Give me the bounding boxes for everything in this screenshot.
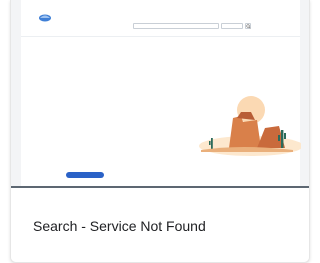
caption-area: Search - Service Not Found [11,189,309,262]
filter-sidebar [39,42,119,89]
preview-page [21,0,301,186]
search-input [133,23,219,29]
desert-illustration [199,96,301,156]
card-title: Search - Service Not Found [33,218,206,234]
more-button [66,172,104,178]
logo-icon [39,14,51,22]
header [21,0,300,37]
preview-divider [11,186,309,188]
search-button [245,23,251,29]
search-icon [246,24,251,29]
preview-thumbnail [11,0,309,188]
template-card[interactable]: Search - Service Not Found [10,0,310,263]
scope-select [221,23,243,29]
